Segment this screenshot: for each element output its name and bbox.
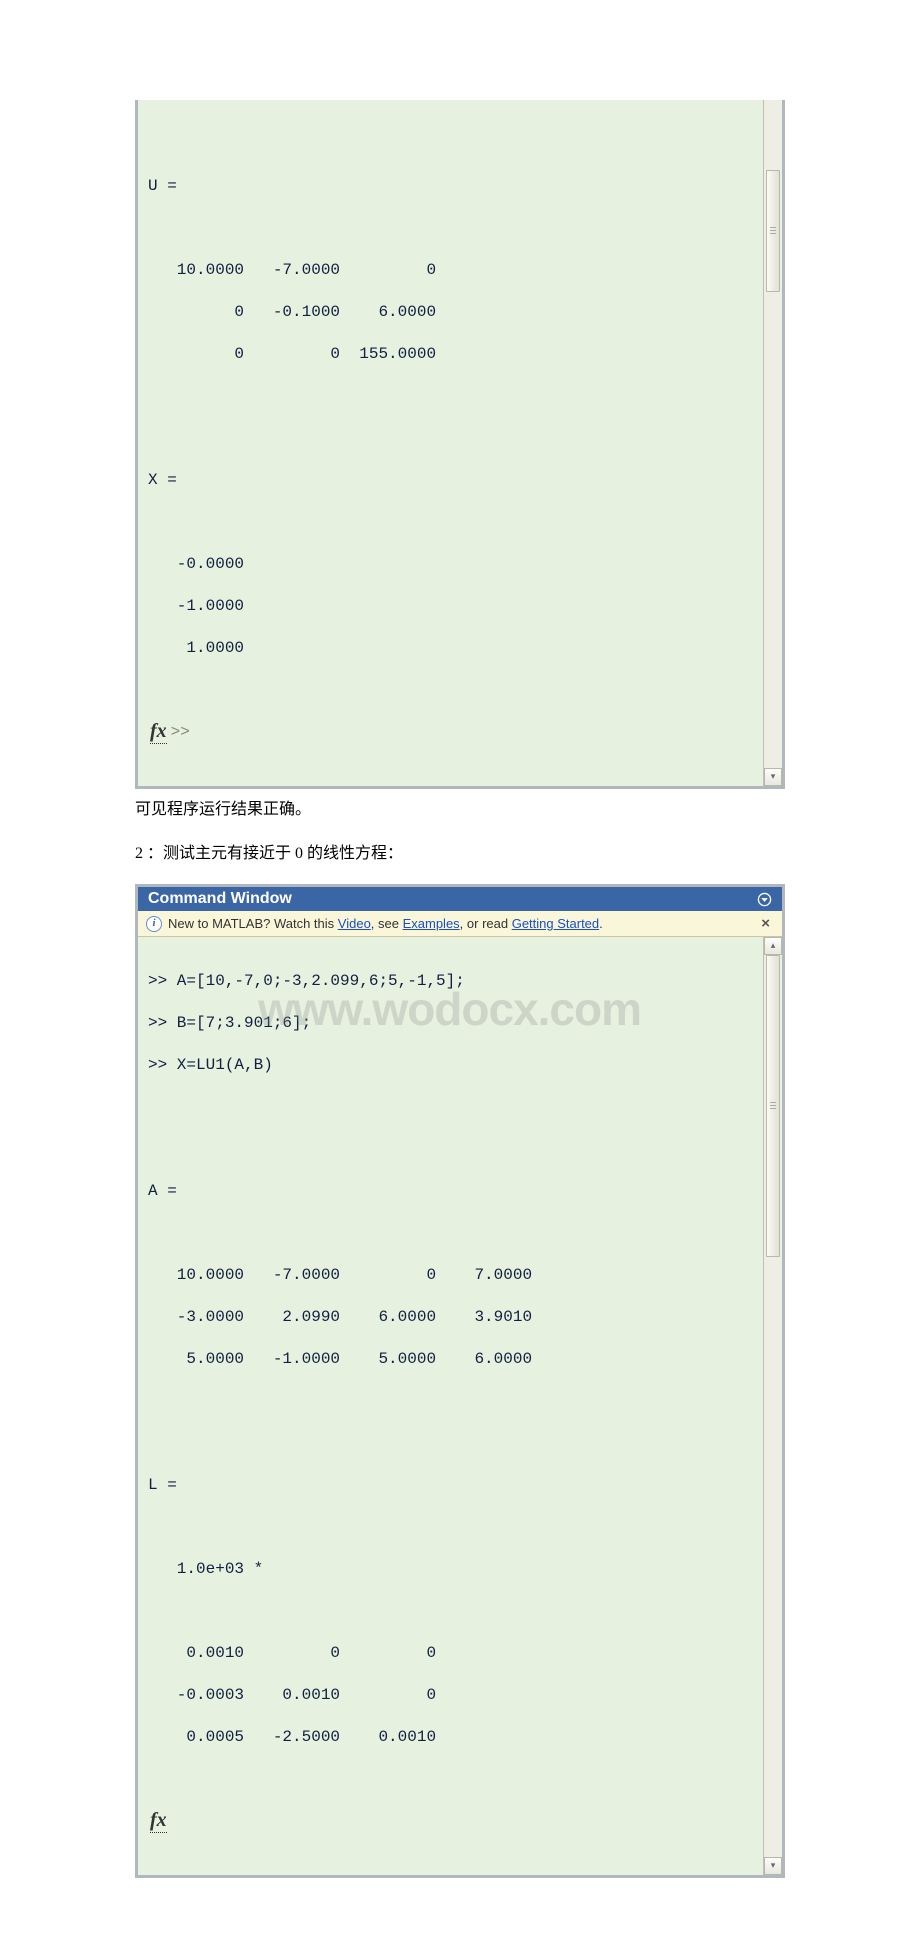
- info-icon: i: [146, 916, 162, 932]
- panel-title: Command Window: [148, 890, 292, 908]
- scrollbar-track-2[interactable]: [764, 955, 782, 1857]
- examples-link[interactable]: Examples: [403, 916, 460, 931]
- fx-prompt[interactable]: fx >>: [148, 720, 763, 746]
- scroll-up-button[interactable]: ▴: [764, 937, 782, 955]
- command-window-title-bar: Command Window: [138, 887, 782, 911]
- fx-prompt[interactable]: fx: [148, 1809, 763, 1835]
- vertical-scrollbar[interactable]: ▾: [763, 100, 782, 786]
- help-bar: i New to MATLAB? Watch this Video, see E…: [138, 911, 782, 937]
- vertical-scrollbar-2[interactable]: ▴ ▾: [763, 937, 782, 1875]
- fx-icon: fx: [150, 1809, 167, 1833]
- scrollbar-track[interactable]: [764, 100, 782, 768]
- command-output-1: U = 10.0000 -7.0000 0 0 -0.1000 6.0000 0…: [138, 100, 763, 786]
- video-link[interactable]: Video: [338, 916, 371, 931]
- heading-2: 2 ：测试主元有接近于 0 的线性方程：: [135, 841, 785, 867]
- fx-icon: fx: [150, 720, 167, 744]
- scroll-down-button[interactable]: ▾: [764, 768, 782, 786]
- scrollbar-thumb-2[interactable]: [766, 955, 780, 1257]
- input-line[interactable]: >> A=[10,-7,0;-3,2.099,6;5,-1,5];: [148, 969, 763, 993]
- input-line[interactable]: >> B=[7;3.901;6];: [148, 1011, 763, 1035]
- scrollbar-thumb[interactable]: [766, 170, 780, 292]
- command-output-2: >> A=[10,-7,0;-3,2.099,6;5,-1,5]; >> B=[…: [138, 937, 763, 1875]
- help-close-button[interactable]: ×: [757, 915, 774, 932]
- input-line[interactable]: >> X=LU1(A,B): [148, 1053, 763, 1077]
- getting-started-link[interactable]: Getting Started: [512, 916, 599, 931]
- panel-menu-icon[interactable]: [757, 892, 772, 907]
- prompt: >>: [171, 723, 190, 741]
- caption-1: 可见程序运行结果正确。: [135, 797, 785, 823]
- scroll-down-button-2[interactable]: ▾: [764, 1857, 782, 1875]
- help-text: New to MATLAB? Watch this: [168, 916, 338, 931]
